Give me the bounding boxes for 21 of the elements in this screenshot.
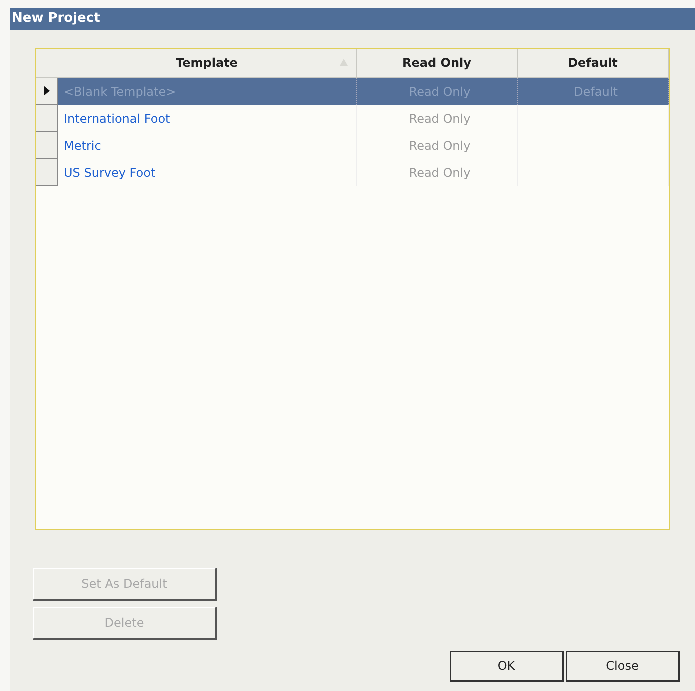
close-button[interactable]: Close: [566, 651, 680, 682]
table-cell: Read Only: [357, 78, 518, 105]
table-cell: Read Only: [357, 159, 518, 186]
table-row[interactable]: International Foot Read Only: [36, 105, 669, 132]
row-header[interactable]: [36, 78, 58, 105]
table-row[interactable]: Metric Read Only: [36, 132, 669, 159]
table-cell: Read Only: [357, 132, 518, 159]
table-cell: Read Only: [357, 105, 518, 132]
column-header[interactable]: Default: [518, 49, 669, 78]
column-header[interactable]: Template: [58, 49, 357, 78]
table-cell: Metric: [58, 132, 357, 159]
current-row-icon: [44, 86, 50, 96]
table-cell: <Blank Template>: [58, 78, 357, 105]
table-cell: US Survey Foot: [58, 159, 357, 186]
table-row[interactable]: US Survey Foot Read Only: [36, 159, 669, 186]
table-cell: Default: [518, 78, 669, 105]
header-corner: [36, 49, 58, 78]
table-cell: International Foot: [58, 105, 357, 132]
ok-button[interactable]: OK: [450, 651, 564, 682]
column-header[interactable]: Read Only: [357, 49, 518, 78]
window-title: New Project: [10, 8, 695, 30]
